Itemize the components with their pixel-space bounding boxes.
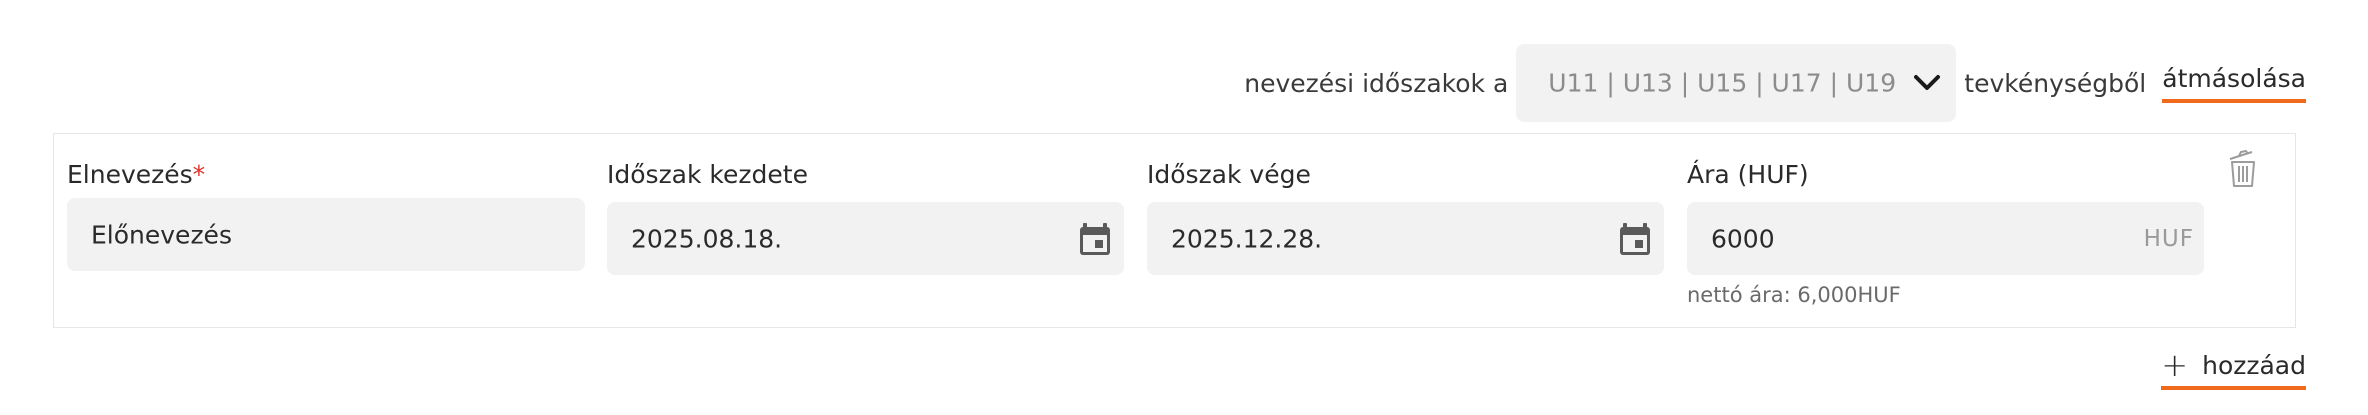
end-date-value: 2025.12.28. [1171, 224, 1323, 253]
price-input[interactable]: 6000 HUF [1687, 202, 2204, 275]
name-label: Elnevezés* [67, 159, 585, 191]
end-date-field-group: Időszak vége 2025.12.28. [1147, 159, 1664, 275]
end-date-input[interactable]: 2025.12.28. [1147, 202, 1664, 275]
copy-periods-link[interactable]: átmásolása [2162, 64, 2306, 103]
start-date-input[interactable]: 2025.08.18. [607, 202, 1124, 275]
currency-suffix: HUF [2143, 225, 2194, 252]
plus-icon: + [2161, 346, 2189, 384]
trash-icon[interactable] [2226, 150, 2260, 188]
copy-prefix-text: nevezési időszakok a [1244, 68, 1509, 98]
start-date-label: Időszak kezdete [607, 160, 808, 189]
calendar-icon[interactable] [1618, 221, 1652, 257]
name-label-text: Elnevezés [67, 160, 193, 189]
chevron-down-icon [1914, 75, 1941, 90]
add-period-button[interactable]: + hozzáad [2161, 346, 2306, 390]
add-label: hozzáad [2202, 350, 2306, 380]
price-field-group: Ára (HUF) 6000 HUF nettó ára: 6,000HUF [1687, 159, 2204, 307]
end-date-label: Időszak vége [1147, 160, 1311, 189]
calendar-icon[interactable] [1078, 221, 1112, 257]
name-field-group: Elnevezés* Előnevezés [67, 159, 585, 271]
name-input-value: Előnevezés [91, 220, 232, 249]
activity-select[interactable]: U11 | U13 | U15 | U17 | U19 [1516, 44, 1957, 122]
start-date-field-group: Időszak kezdete 2025.08.18. [607, 159, 1124, 275]
net-price-note: nettó ára: 6,000HUF [1687, 283, 1901, 307]
price-input-value: 6000 [1711, 224, 1775, 253]
activity-select-value: U11 | U13 | U15 | U17 | U19 [1548, 68, 1897, 98]
required-mark: * [192, 160, 206, 189]
copy-suffix-text: tevkénységből [1964, 68, 2147, 98]
name-input[interactable]: Előnevezés [67, 198, 585, 271]
copy-periods-row: nevezési időszakok a U11 | U13 | U15 | U… [1244, 44, 2306, 122]
price-label: Ára (HUF) [1687, 160, 1809, 189]
period-card: Elnevezés* Előnevezés Időszak kezdete 20… [53, 133, 2296, 328]
start-date-value: 2025.08.18. [631, 224, 783, 253]
